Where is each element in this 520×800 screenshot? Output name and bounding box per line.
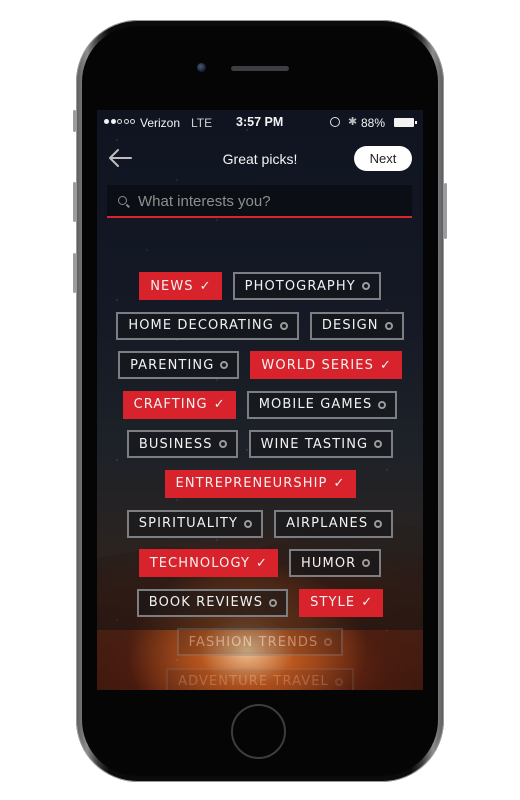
interest-chip-label: ADVENTURE TRAVEL: [178, 674, 329, 690]
interest-chip-label: FASHION TRENDS: [188, 634, 319, 650]
interest-chip-news[interactable]: NEWS ✓: [139, 272, 222, 300]
interest-chip-label: TECHNOLOGY: [149, 555, 251, 571]
chip-row: SPIRITUALITY AIRPLANES: [97, 509, 423, 538]
interest-chip-label: MOBILE GAMES: [258, 397, 373, 413]
circle-icon: [218, 440, 227, 449]
interest-chip-fashion-trends[interactable]: FASHION TRENDS: [176, 628, 344, 657]
interest-chip-label: WORLD SERIES: [261, 357, 374, 373]
chip-row: FASHION TRENDS: [97, 628, 423, 657]
chip-row: BOOK REVIEWS STYLE ✓: [97, 588, 423, 617]
status-bar: Verizon LTE 3:57 PM ✱ 88%: [97, 110, 423, 134]
interest-chip-label: PARENTING: [130, 357, 215, 373]
signal-strength-icon: [104, 119, 135, 124]
circle-icon: [279, 321, 288, 330]
circle-icon: [378, 400, 387, 409]
nav-bar: Great picks! Next: [97, 144, 423, 174]
interest-chip-label: CRAFTING: [133, 397, 208, 413]
circle-icon: [362, 559, 371, 568]
interest-chip-label: AIRPLANES: [286, 516, 369, 532]
circle-icon: [374, 519, 383, 528]
power-button: [444, 183, 447, 239]
interest-chip-label: HOME DECORATING: [128, 318, 274, 334]
checkmark-icon: ✓: [361, 595, 374, 611]
next-button[interactable]: Next: [354, 146, 412, 171]
interest-chip-label: STYLE: [310, 595, 356, 611]
chip-row: BUSINESS WINE TASTING: [97, 430, 423, 459]
interest-chip-home-decorating[interactable]: HOME DECORATING: [116, 311, 299, 340]
chip-row: PARENTING WORLD SERIES ✓: [97, 351, 423, 380]
front-camera: [197, 63, 206, 72]
network-type: LTE: [191, 116, 213, 130]
search-icon: [118, 196, 127, 205]
search-input[interactable]: [138, 190, 403, 212]
carrier-name: Verizon: [140, 116, 181, 130]
interest-chip-business[interactable]: BUSINESS: [126, 430, 238, 459]
circle-icon: [244, 519, 253, 528]
checkmark-icon: ✓: [213, 397, 226, 413]
interest-chip-world-series[interactable]: WORLD SERIES ✓: [250, 351, 402, 380]
interest-chip-label: PHOTOGRAPHY: [244, 278, 356, 294]
circle-icon: [384, 321, 393, 330]
checkmark-icon: ✓: [379, 357, 392, 373]
interest-chip-mobile-games[interactable]: MOBILE GAMES: [246, 390, 398, 419]
bluetooth-icon: ✱: [348, 116, 358, 128]
status-time: 3:57 PM: [236, 115, 284, 129]
circle-icon: [334, 677, 343, 686]
earpiece-speaker: [231, 66, 289, 71]
chip-row: ENTREPRENEURSHIP ✓: [97, 469, 423, 498]
interest-chip-label: DESIGN: [321, 318, 379, 334]
circle-icon: [361, 282, 370, 290]
interest-chip-technology[interactable]: TECHNOLOGY ✓: [138, 549, 279, 578]
circle-icon: [269, 598, 278, 607]
interest-chip-label: WINE TASTING: [260, 436, 369, 452]
interest-chip-wine-tasting[interactable]: WINE TASTING: [248, 430, 394, 459]
checkmark-icon: ✓: [333, 476, 346, 492]
circle-icon: [374, 440, 383, 449]
checkmark-icon: ✓: [199, 278, 212, 294]
interest-chip-spirituality[interactable]: SPIRITUALITY: [126, 509, 264, 538]
interest-chip-label: SPIRITUALITY: [138, 516, 239, 532]
interest-chip-label: ENTREPRENEURSHIP: [175, 476, 328, 492]
chip-row: CRAFTING ✓ MOBILE GAMES: [97, 390, 423, 419]
rotation-lock-icon: [330, 117, 340, 127]
interest-chip-label: BUSINESS: [138, 436, 213, 452]
interest-chips: NEWS ✓ PHOTOGRAPHY HOME DECORATING DESIGN PAR…: [97, 272, 423, 690]
interest-chip-label: HUMOR: [301, 555, 357, 571]
search-bar[interactable]: [107, 185, 412, 218]
battery-percent: 88%: [361, 116, 386, 130]
interest-chip-design[interactable]: DESIGN: [309, 311, 404, 340]
circle-icon: [324, 638, 333, 647]
home-button[interactable]: [231, 704, 286, 759]
chip-row: TECHNOLOGY ✓ HUMOR: [97, 549, 423, 578]
circle-icon: [220, 361, 229, 370]
app-screen: Verizon LTE 3:57 PM ✱ 88% Great picks! N…: [97, 110, 423, 690]
chip-row: NEWS ✓ PHOTOGRAPHY: [97, 272, 423, 300]
chip-row: ADVENTURE TRAVEL: [97, 667, 423, 690]
interest-chip-label: NEWS: [150, 278, 194, 294]
interest-chip-adventure-travel[interactable]: ADVENTURE TRAVEL: [166, 667, 354, 690]
interest-chip-style[interactable]: STYLE ✓: [299, 588, 384, 617]
interest-chip-label: BOOK REVIEWS: [148, 595, 264, 611]
interest-chip-entrepreneurship[interactable]: ENTREPRENEURSHIP ✓: [164, 469, 356, 498]
volume-up-button: [73, 182, 76, 222]
interest-chip-book-reviews[interactable]: BOOK REVIEWS: [136, 588, 289, 617]
volume-down-button: [73, 253, 76, 293]
interest-chip-crafting[interactable]: CRAFTING ✓: [122, 390, 236, 419]
interest-chip-photography[interactable]: PHOTOGRAPHY: [232, 272, 381, 300]
battery-icon: [394, 118, 417, 127]
checkmark-icon: ✓: [256, 555, 269, 571]
interest-chip-airplanes[interactable]: AIRPLANES: [274, 509, 394, 538]
mute-switch: [73, 110, 76, 132]
interest-chip-parenting[interactable]: PARENTING: [118, 351, 240, 380]
interest-chip-humor[interactable]: HUMOR: [289, 549, 382, 578]
chip-row: HOME DECORATING DESIGN: [97, 311, 423, 340]
